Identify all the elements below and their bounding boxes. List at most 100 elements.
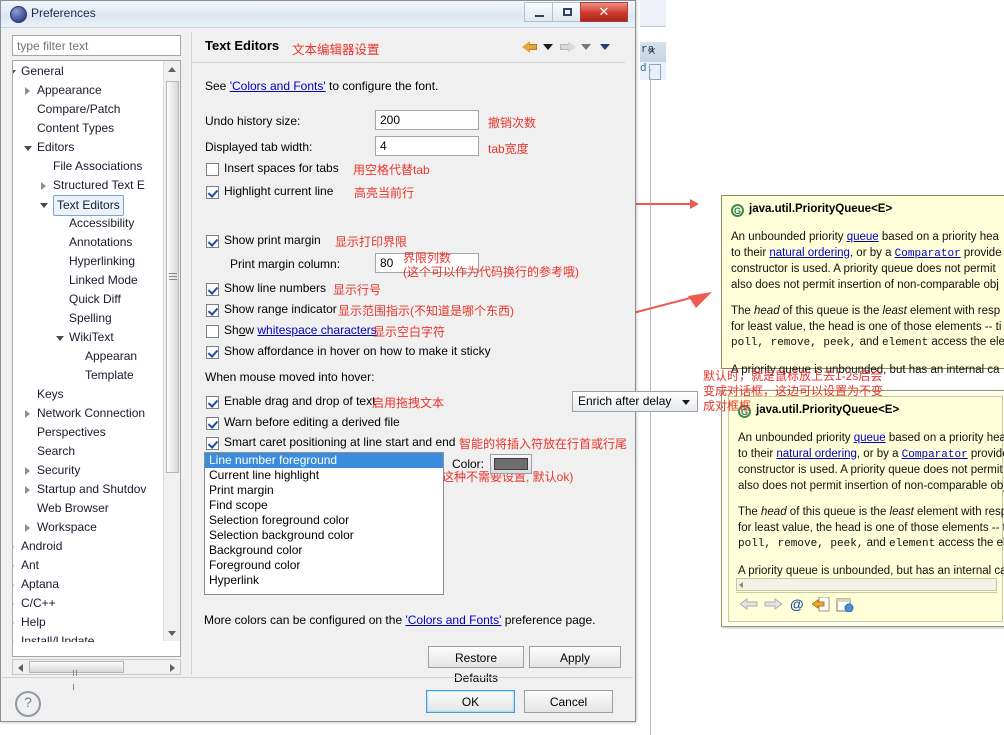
sidebar-item-general[interactable]: General xyxy=(13,62,165,81)
preferences-tree[interactable]: General Appearance Compare/Patch Content Ty… xyxy=(12,60,181,657)
sidebar-item-c-c[interactable]: C/C++ xyxy=(13,594,165,613)
whitespace-characters-link[interactable]: whitespace characters xyxy=(257,323,376,337)
checkbox-show-affordance[interactable] xyxy=(206,346,219,359)
ok-button[interactable]: OK xyxy=(426,690,515,713)
link-comparator[interactable]: Comparator xyxy=(895,248,961,260)
list-item[interactable]: Find scope xyxy=(205,498,443,513)
checkbox-insert-spaces[interactable] xyxy=(206,163,219,176)
sidebar-item-template[interactable]: Template xyxy=(13,366,165,385)
chevron-right-icon[interactable] xyxy=(13,543,14,551)
search-input[interactable] xyxy=(12,35,181,56)
chevron-right-icon[interactable] xyxy=(25,486,30,494)
list-item[interactable]: Hyperlink xyxy=(205,573,443,588)
hscrollbar-thumb[interactable] xyxy=(29,661,124,690)
close-window-button[interactable]: ✕ xyxy=(580,2,628,22)
forward-icon[interactable] xyxy=(560,40,576,54)
sidebar-item-android[interactable]: Android xyxy=(13,537,165,556)
chevron-down-icon[interactable] xyxy=(24,146,32,151)
back-icon[interactable] xyxy=(522,40,538,54)
restore-defaults-button[interactable]: Restore Defaults xyxy=(428,646,524,685)
help-icon[interactable]: ? xyxy=(15,691,41,717)
sidebar-item-perspectives[interactable]: Perspectives xyxy=(13,423,165,442)
scroll-down-button[interactable] xyxy=(164,625,180,641)
sidebar-item-install-update[interactable]: Install/Update xyxy=(13,632,165,642)
sidebar-item-spelling[interactable]: Spelling xyxy=(13,309,165,328)
checkbox-highlight-current-line[interactable] xyxy=(206,186,219,199)
sidebar-item-wikitext[interactable]: WikiText xyxy=(13,328,165,347)
sidebar-item-accessibility[interactable]: Accessibility xyxy=(13,214,165,233)
checkbox-smart-caret[interactable] xyxy=(206,437,219,450)
sidebar-item-compare-patch[interactable]: Compare/Patch xyxy=(13,100,165,119)
back-icon[interactable] xyxy=(739,597,758,614)
checkbox-show-range-indicator[interactable] xyxy=(206,304,219,317)
hover-horizontal-scrollbar[interactable] xyxy=(736,578,997,591)
undo-history-input[interactable] xyxy=(375,110,479,130)
link-queue[interactable]: queue xyxy=(847,231,879,243)
sidebar-item-structured-text-e[interactable]: Structured Text E xyxy=(13,176,165,195)
link-queue[interactable]: queue xyxy=(854,432,886,444)
colors-and-fonts-link[interactable]: 'Colors and Fonts' xyxy=(230,79,326,93)
checkbox-enable-drag-drop[interactable] xyxy=(206,396,219,409)
sidebar-item-editors[interactable]: Editors xyxy=(13,138,165,157)
sidebar-item-annotations[interactable]: Annotations xyxy=(13,233,165,252)
sidebar-item-web-browser[interactable]: Web Browser xyxy=(13,499,165,518)
maximize-button[interactable] xyxy=(552,2,581,22)
cancel-button[interactable]: Cancel xyxy=(524,690,613,713)
chevron-right-icon[interactable] xyxy=(13,619,14,627)
chevron-right-icon[interactable] xyxy=(13,562,14,570)
sidebar-item-aptana[interactable]: Aptana xyxy=(13,575,165,594)
chevron-right-icon[interactable] xyxy=(13,581,14,589)
scroll-left-icon[interactable] xyxy=(739,582,743,588)
sidebar-item-quick-diff[interactable]: Quick Diff xyxy=(13,290,165,309)
tree-horizontal-scrollbar[interactable] xyxy=(12,659,181,690)
checkbox-show-whitespace[interactable] xyxy=(206,325,219,338)
colors-and-fonts-link-2[interactable]: 'Colors and Fonts' xyxy=(405,613,501,627)
sidebar-item-workspace[interactable]: Workspace xyxy=(13,518,165,537)
checkbox-show-print-margin[interactable] xyxy=(206,235,219,248)
scroll-left-button[interactable] xyxy=(13,660,28,674)
minimize-button[interactable] xyxy=(524,2,553,22)
chevron-down-icon-menu[interactable] xyxy=(600,44,610,50)
sidebar-item-content-types[interactable]: Content Types xyxy=(13,119,165,138)
list-item[interactable]: Background color xyxy=(205,543,443,558)
scroll-right-button[interactable] xyxy=(165,660,180,674)
checkbox-show-line-numbers[interactable] xyxy=(206,283,219,296)
sidebar-item-text-editors[interactable]: Text Editors xyxy=(13,195,165,216)
forward-icon[interactable] xyxy=(764,597,783,614)
link-natural-ordering[interactable]: natural ordering xyxy=(776,448,857,460)
list-item[interactable]: Current line highlight xyxy=(205,468,443,483)
scroll-up-button[interactable] xyxy=(164,61,180,77)
sidebar-item-linked-mode[interactable]: Linked Mode xyxy=(13,271,165,290)
chevron-right-icon[interactable] xyxy=(25,467,30,475)
list-item[interactable]: Line number foreground xyxy=(205,453,443,468)
sidebar-item-hyperlinking[interactable]: Hyperlinking xyxy=(13,252,165,271)
chevron-right-icon[interactable] xyxy=(25,410,30,418)
scrollbar-thumb[interactable] xyxy=(166,81,179,473)
sidebar-item-startup-and-shutdov[interactable]: Startup and Shutdov xyxy=(13,480,165,499)
tree-vertical-scrollbar[interactable] xyxy=(163,61,180,641)
sidebar-item-security[interactable]: Security xyxy=(13,461,165,480)
at-icon[interactable]: @ xyxy=(790,597,804,611)
chevron-right-icon[interactable] xyxy=(41,182,46,190)
chevron-right-icon[interactable] xyxy=(13,600,14,608)
sidebar-item-appearan[interactable]: Appearan xyxy=(13,347,165,366)
open-declaration-icon[interactable] xyxy=(811,596,830,615)
sidebar-item-ant[interactable]: Ant xyxy=(13,556,165,575)
checkbox-warn-derived-file[interactable] xyxy=(206,417,219,430)
list-item[interactable]: Foreground color xyxy=(205,558,443,573)
chevron-down-icon[interactable] xyxy=(56,336,64,341)
dialog-titlebar[interactable]: Preferences ✕ xyxy=(1,1,635,28)
list-item[interactable]: Selection foreground color xyxy=(205,513,443,528)
sidebar-item-network-connection[interactable]: Network Connection xyxy=(13,404,165,423)
chevron-down-icon[interactable] xyxy=(13,70,16,75)
chevron-down-icon[interactable] xyxy=(40,203,48,208)
color-swatch-button[interactable] xyxy=(490,454,532,474)
open-browser-icon[interactable] xyxy=(836,597,854,615)
chevron-down-icon-back[interactable] xyxy=(543,44,553,50)
chevron-down-icon-forward[interactable] xyxy=(581,44,591,50)
apply-button[interactable]: Apply xyxy=(529,646,621,668)
sidebar-item-file-associations[interactable]: File Associations xyxy=(13,157,165,176)
chevron-right-icon[interactable] xyxy=(25,524,30,532)
chevron-right-icon[interactable] xyxy=(13,638,14,642)
link-comparator[interactable]: Comparator xyxy=(902,449,968,461)
